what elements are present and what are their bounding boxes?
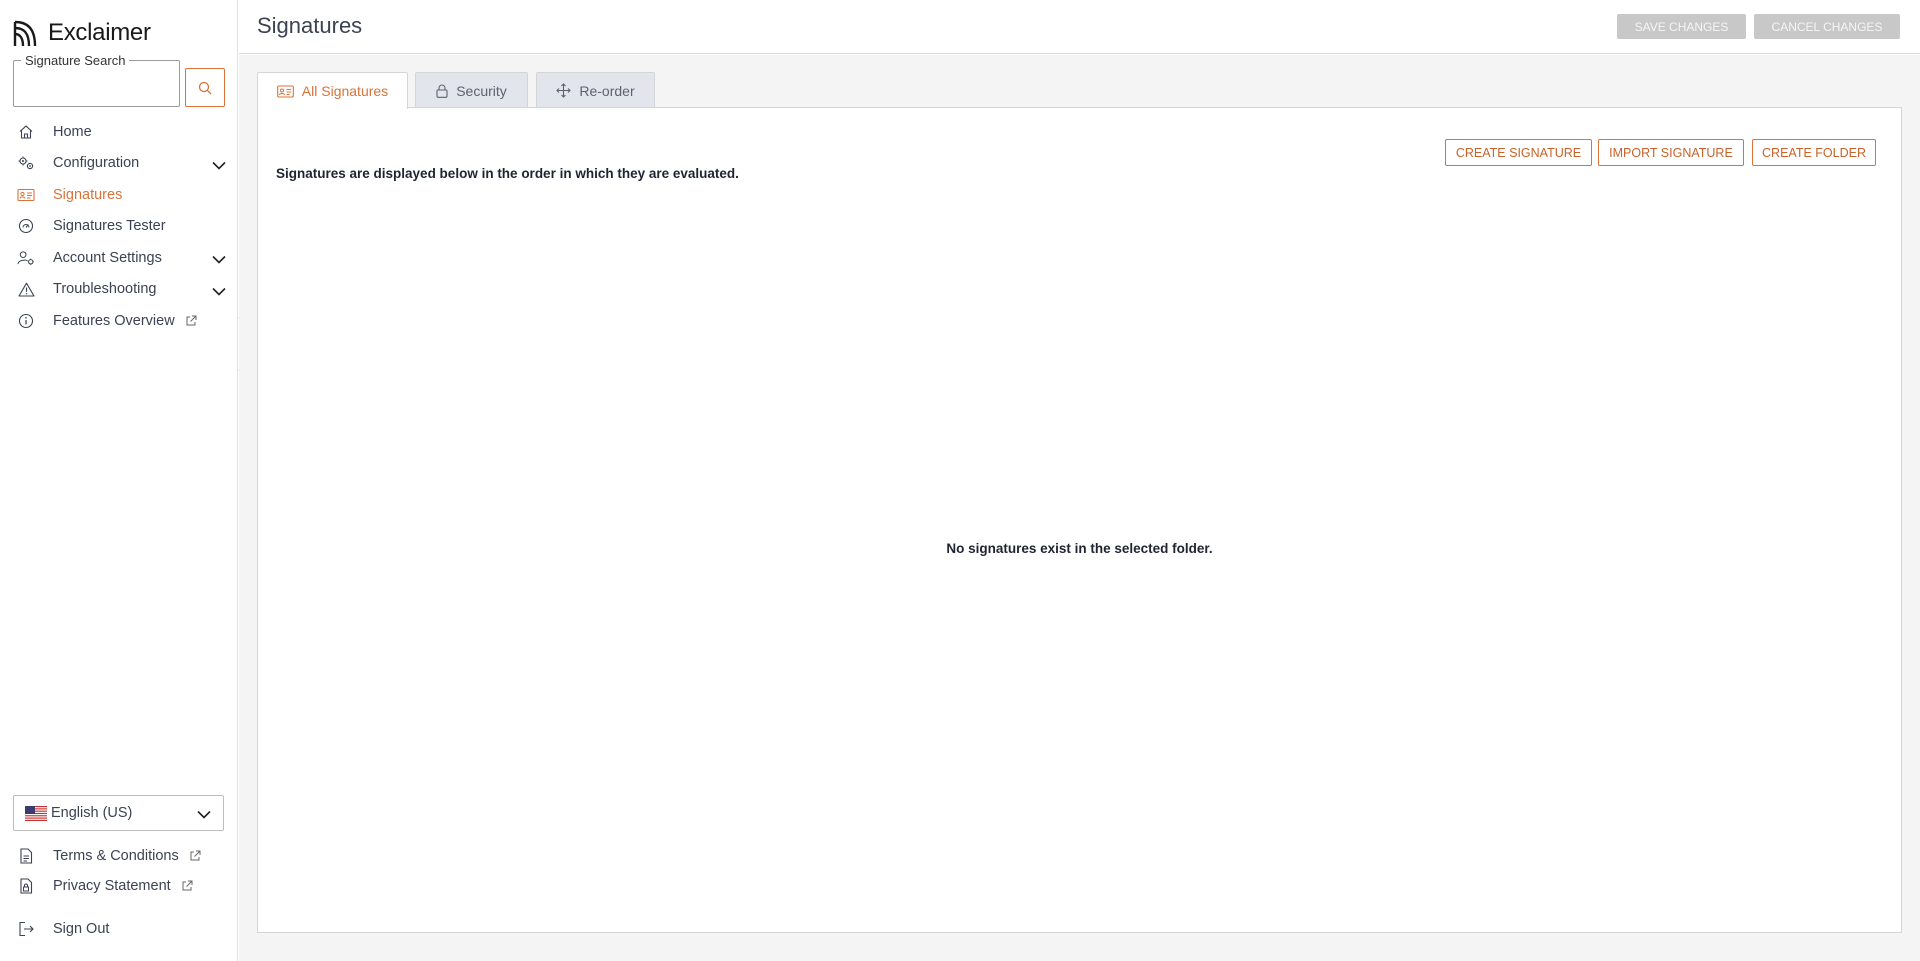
document-icon: [17, 847, 35, 865]
chevron-down-icon[interactable]: [212, 157, 226, 175]
save-changes-button[interactable]: SAVE CHANGES: [1617, 14, 1746, 39]
sidebar-item-features-overview[interactable]: Features Overview: [0, 305, 238, 337]
sidebar-item-configuration[interactable]: Configuration: [0, 148, 238, 180]
search-icon: [198, 81, 212, 94]
brand-name: Exclaimer: [48, 19, 151, 46]
sidebar-item-label: Terms & Conditions: [53, 848, 179, 864]
cancel-changes-button[interactable]: CANCEL CHANGES: [1754, 14, 1900, 39]
us-flag-icon: [25, 805, 47, 821]
external-link-icon: [189, 850, 201, 862]
lock-icon: [436, 84, 448, 98]
chevron-down-icon[interactable]: [212, 251, 226, 269]
sidebar-item-label: Signatures: [53, 186, 123, 203]
import-signature-button[interactable]: IMPORT SIGNATURE: [1598, 139, 1744, 166]
sidebar-item-label: Privacy Statement: [53, 878, 171, 894]
signature-search-label: Signature Search: [21, 53, 130, 68]
sidebar-item-label: Signatures Tester: [53, 218, 166, 235]
tab-label: Re-order: [579, 82, 635, 99]
empty-state-message: No signatures exist in the selected fold…: [946, 541, 1213, 556]
tab-all-signatures[interactable]: All Signatures: [257, 72, 408, 109]
sidebar-item-privacy-statement[interactable]: Privacy Statement: [0, 871, 238, 901]
tab-re-order[interactable]: Re-order: [536, 72, 655, 108]
sidebar-item-label: Configuration: [53, 155, 140, 172]
sidebar-item-label: Sign Out: [53, 921, 110, 937]
create-folder-button[interactable]: CREATE FOLDER: [1752, 139, 1876, 166]
user-gear-icon: [17, 249, 35, 267]
brand-logo[interactable]: Exclaimer: [13, 18, 151, 48]
external-link-icon: [185, 315, 197, 327]
sidebar-item-home[interactable]: Home: [0, 116, 238, 148]
search-button[interactable]: [185, 68, 225, 107]
sidebar: Exclaimer Signature Search Home Configur…: [0, 0, 238, 961]
tab-label: Security: [456, 82, 507, 99]
id-card-icon: [276, 84, 294, 98]
sidebar-signout-area: Sign Out: [0, 914, 238, 944]
tab-security[interactable]: Security: [415, 72, 528, 108]
move-icon: [556, 83, 572, 98]
language-select[interactable]: English (US): [13, 795, 224, 831]
sign-out-icon: [17, 920, 35, 938]
sidebar-item-signatures[interactable]: Signatures: [0, 179, 238, 211]
sidebar-item-account-settings[interactable]: Account Settings: [0, 242, 238, 274]
warning-icon: [17, 280, 35, 298]
page-title: Signatures: [257, 13, 363, 38]
id-card-icon: [17, 186, 35, 204]
page-header: Signatures SAVE CHANGES CANCEL CHANGES: [239, 0, 1920, 54]
app-root: Exclaimer Signature Search Home Configur…: [0, 0, 1920, 961]
info-icon: [17, 312, 35, 330]
sidebar-footer-nav: Terms & Conditions Privacy Statement: [0, 841, 238, 901]
sidebar-item-label: Features Overview: [53, 312, 175, 329]
sidebar-item-sign-out[interactable]: Sign Out: [0, 914, 238, 944]
sidebar-item-label: Home: [53, 123, 92, 140]
signature-search-input[interactable]: [22, 75, 172, 99]
sidebar-item-label: Account Settings: [53, 249, 162, 266]
exclaimer-logo-icon: [13, 20, 37, 47]
evaluation-order-note: Signatures are displayed below in the or…: [276, 166, 739, 181]
sidebar-item-signatures-tester[interactable]: Signatures Tester: [0, 211, 238, 243]
signatures-panel: Signatures are displayed below in the or…: [257, 107, 1902, 933]
gears-icon: [17, 154, 35, 172]
document-lock-icon: [17, 877, 35, 895]
tab-label: All Signatures: [301, 83, 389, 99]
sidebar-item-troubleshooting[interactable]: Troubleshooting: [0, 274, 238, 306]
chevron-down-icon[interactable]: [212, 283, 226, 301]
signature-search-field: Signature Search: [13, 53, 180, 107]
create-signature-button[interactable]: CREATE SIGNATURE: [1445, 139, 1592, 166]
chevron-down-icon: [197, 806, 211, 824]
sidebar-item-terms-conditions[interactable]: Terms & Conditions: [0, 841, 238, 871]
sidebar-item-label: Troubleshooting: [53, 281, 157, 298]
external-link-icon: [181, 880, 193, 892]
language-select-value: English (US): [51, 805, 133, 821]
home-icon: [17, 123, 35, 141]
gauge-icon: [17, 217, 35, 235]
sidebar-nav: Home Configuration Signatures Signatures…: [0, 116, 238, 337]
